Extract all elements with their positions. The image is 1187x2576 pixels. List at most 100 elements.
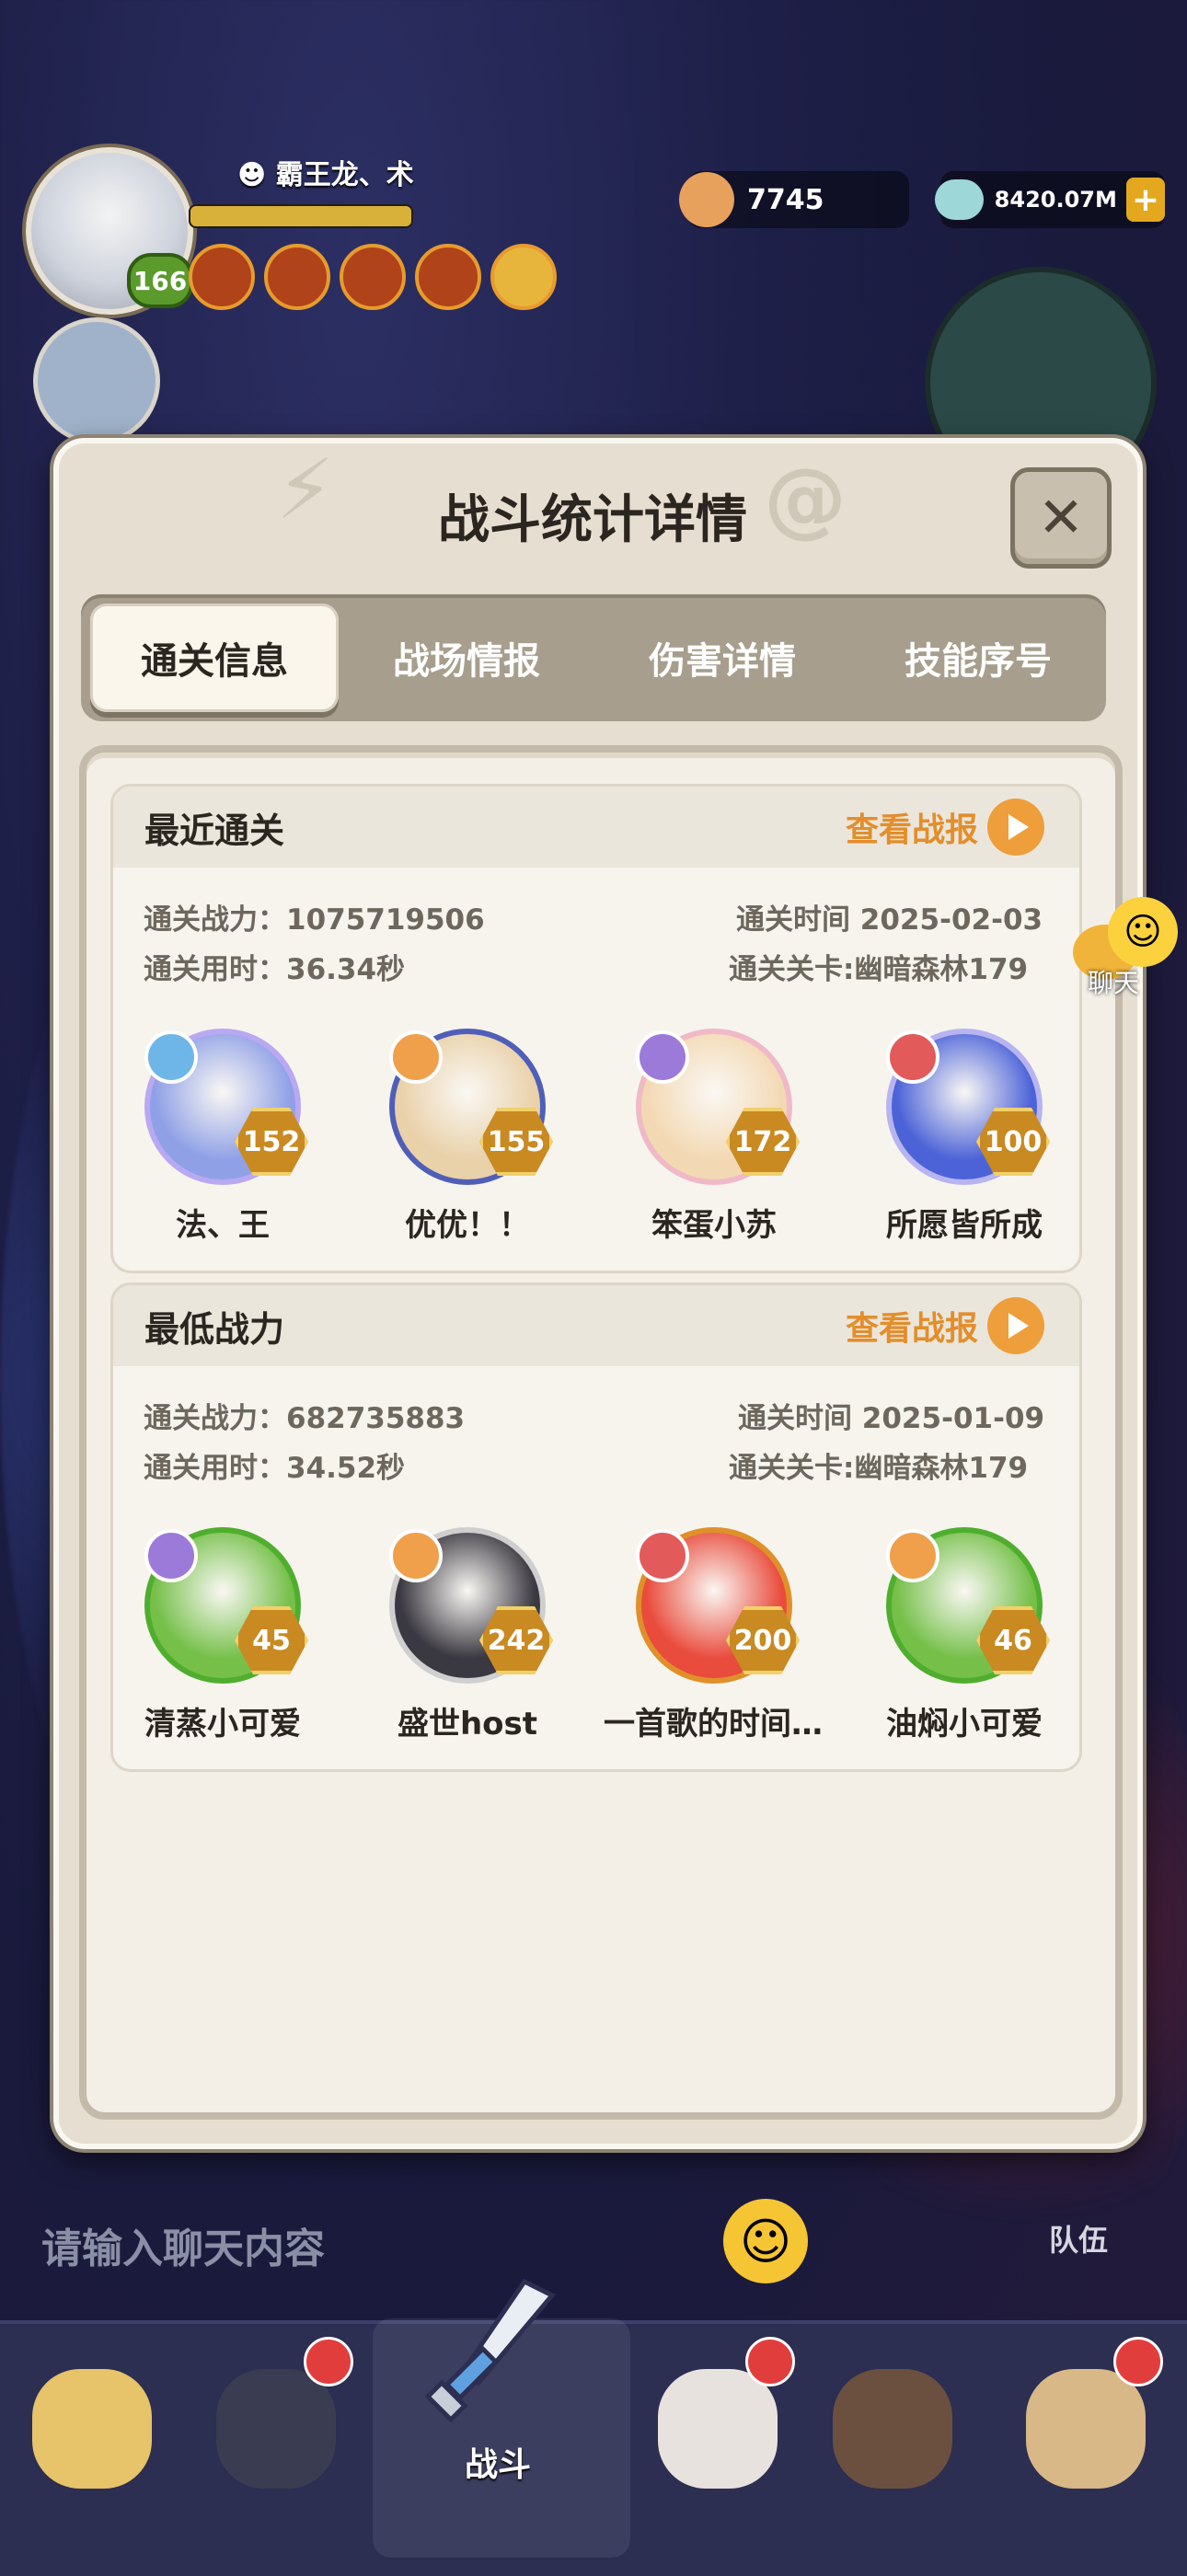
class-icon <box>144 1529 198 1582</box>
close-icon: ✕ <box>1037 486 1085 550</box>
hero-name: 清蒸小可爱 <box>144 1706 301 1742</box>
team-channel-button[interactable]: 队伍 <box>1049 2217 1108 2260</box>
coin-counter: 7745 <box>679 171 909 228</box>
clear-stage: 通关关卡:幽暗森林179 <box>729 1452 1029 1485</box>
raccoon-character-icon <box>833 2369 952 2489</box>
hero-name: 法、王 <box>176 1207 270 1244</box>
section-header: 最近通关 查看战报 <box>113 787 1079 868</box>
chat-float-button[interactable]: ☺ 聊天 <box>1067 897 1178 998</box>
chat-input[interactable]: 请输入聊天内容 <box>41 2215 325 2274</box>
smile-face-icon: ☺ <box>1108 897 1178 967</box>
player-name-text: 霸王龙、术 <box>275 159 414 191</box>
view-report-label: 查看战报 <box>845 811 978 849</box>
hero-name: 笨蛋小苏 <box>651 1207 777 1244</box>
clear-power: 通关战力：1075719506 <box>144 903 485 937</box>
clear-duration: 通关用时：36.34秒 <box>144 953 406 986</box>
clear-stage: 通关关卡:幽暗森林179 <box>729 953 1029 986</box>
section-header: 最低战力 查看战报 <box>113 1285 1079 1366</box>
hero-name: 盛世host <box>397 1706 538 1742</box>
tab-damage-details[interactable]: 伤害详情 <box>598 604 847 712</box>
hero-name: 优优！！ <box>405 1207 530 1244</box>
hero-portrait: 152 <box>144 1029 308 1185</box>
nav-item-pet[interactable] <box>635 2337 801 2521</box>
class-icon <box>886 1529 939 1582</box>
coin-icon <box>679 172 734 227</box>
tab-skill-order[interactable]: 技能序号 <box>854 604 1102 712</box>
hero-level-badge: 100 <box>976 1108 1050 1176</box>
hero-portrait: 100 <box>886 1029 1050 1185</box>
modal-title: 战斗统计详情 <box>438 490 747 550</box>
hero-name: 油焖小可爱 <box>886 1706 1043 1742</box>
hero-level-badge: 45 <box>235 1606 308 1674</box>
secondary-avatar[interactable] <box>33 317 160 444</box>
add-currency-button[interactable]: + <box>1125 178 1165 222</box>
hero-level-badge: 242 <box>479 1606 553 1674</box>
class-icon <box>886 1030 939 1084</box>
buff-icon[interactable] <box>415 244 481 310</box>
hero-level-badge: 200 <box>726 1606 800 1674</box>
buff-icon[interactable] <box>264 244 330 310</box>
hero-card[interactable]: 155 优优！！ <box>357 1029 578 1245</box>
hero-level-badge: 152 <box>235 1108 308 1176</box>
hero-level-badge: 172 <box>726 1108 800 1176</box>
notification-bell-icon <box>304 2337 353 2386</box>
gem-icon <box>935 179 984 220</box>
hero-card[interactable]: 200 一首歌的时间... <box>604 1527 824 1743</box>
hero-card[interactable]: 46 油焖小可爱 <box>854 1527 1075 1743</box>
beast-character-icon <box>32 2369 152 2489</box>
tab-battlefield-intel[interactable]: 战场情报 <box>342 604 591 712</box>
gem-counter: 8420.07M + <box>935 171 1165 228</box>
hero-portrait: 242 <box>389 1527 553 1684</box>
hero-portrait: 45 <box>144 1527 308 1684</box>
emoji-icon: ☺ <box>739 2212 792 2271</box>
class-icon <box>144 1030 198 1084</box>
hero-card[interactable]: 172 笨蛋小苏 <box>604 1029 824 1245</box>
class-icon <box>636 1529 689 1582</box>
hero-name: 一首歌的时间... <box>604 1706 824 1742</box>
battle-sword-icon <box>414 2272 570 2429</box>
hero-level-badge: 46 <box>976 1606 1050 1674</box>
nav-battle-label[interactable]: 战斗 <box>465 2438 531 2486</box>
notification-bell-icon <box>745 2337 795 2386</box>
section-title: 最近通关 <box>144 810 285 851</box>
pet-character-icon <box>658 2369 778 2489</box>
player-exp-bar <box>189 204 413 228</box>
crown-icon[interactable] <box>490 244 557 310</box>
clear-duration: 通关用时：34.52秒 <box>144 1452 406 1485</box>
hero-card[interactable]: 100 所愿皆所成 <box>854 1029 1075 1245</box>
clear-time: 通关时间 2025-02-03 <box>736 903 1043 937</box>
close-button[interactable]: ✕ <box>1010 467 1112 569</box>
player-level-badge: 166 <box>127 253 193 308</box>
chat-float-label: 聊天 <box>1088 968 1140 998</box>
hero-card[interactable]: 242 盛世host <box>357 1527 578 1743</box>
nav-item-beast[interactable] <box>9 2337 175 2521</box>
hero-portrait: 200 <box>636 1527 800 1684</box>
nav-item-guild[interactable] <box>810 2337 975 2521</box>
play-icon <box>987 1297 1044 1354</box>
hero-character-icon <box>216 2369 336 2489</box>
tab-clear-info[interactable]: 通关信息 <box>90 604 339 712</box>
hero-level-badge: 155 <box>479 1108 553 1176</box>
hero-portrait: 155 <box>389 1029 553 1185</box>
nav-item-shop[interactable] <box>1003 2337 1169 2521</box>
shop-character-icon <box>1026 2369 1146 2489</box>
section-title: 最低战力 <box>144 1308 285 1350</box>
player-name: ☻ 霸王龙、术 <box>237 152 414 192</box>
hero-card[interactable]: 45 清蒸小可爱 <box>112 1527 333 1743</box>
hero-name: 所愿皆所成 <box>886 1207 1043 1244</box>
play-icon <box>987 799 1044 856</box>
nav-item-hero[interactable] <box>193 2337 359 2521</box>
hero-portrait: 172 <box>636 1029 800 1185</box>
buff-icon[interactable] <box>340 244 406 310</box>
notification-bell-icon <box>1113 2337 1163 2386</box>
hero-portrait: 46 <box>886 1527 1050 1684</box>
smile-icon: ☻ <box>237 159 276 191</box>
view-report-button[interactable]: 查看战报 <box>846 799 1044 856</box>
buff-icons-row <box>189 244 557 310</box>
coin-amount: 7745 <box>747 183 824 216</box>
hero-card[interactable]: 152 法、王 <box>112 1029 333 1245</box>
buff-icon[interactable] <box>189 244 255 310</box>
view-report-label: 查看战报 <box>845 1310 978 1348</box>
view-report-button[interactable]: 查看战报 <box>846 1297 1044 1354</box>
emoji-button[interactable]: ☺ <box>723 2199 808 2283</box>
